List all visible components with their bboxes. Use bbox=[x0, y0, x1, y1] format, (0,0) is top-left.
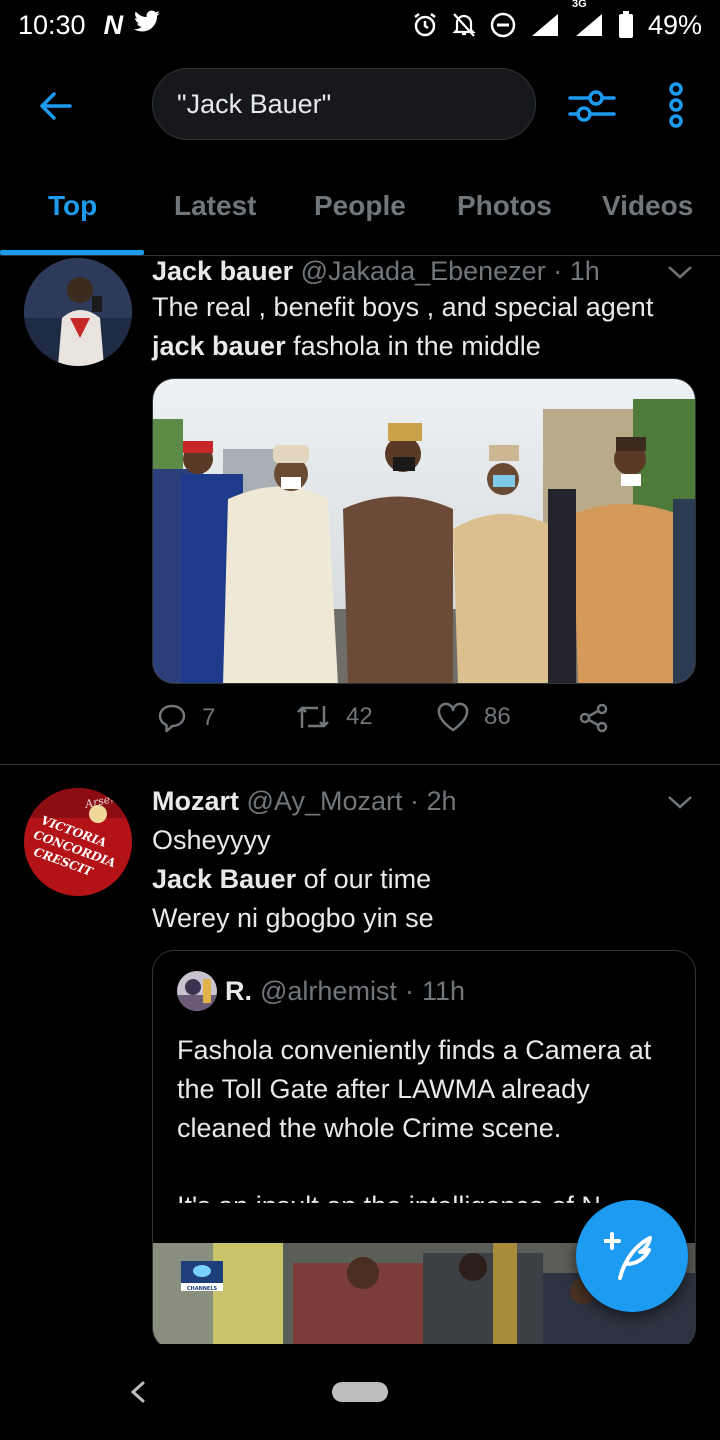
alarm-icon bbox=[412, 12, 438, 38]
system-navigation-bar bbox=[0, 1344, 720, 1440]
avatar[interactable]: Arsenal VICTORIA CONCORDIA CRESCIT bbox=[24, 788, 132, 896]
like-button[interactable]: 86 bbox=[436, 702, 511, 732]
compose-tweet-button[interactable] bbox=[576, 1200, 688, 1312]
battery-percent: 49% bbox=[647, 9, 702, 40]
signal-icon bbox=[530, 12, 560, 38]
tweet-actions: 7 42 86 bbox=[152, 702, 712, 746]
do-not-disturb-icon bbox=[490, 12, 516, 38]
network-3g-icon: 3G bbox=[572, 0, 604, 38]
reply-icon bbox=[158, 704, 186, 733]
retweet-button[interactable]: 42 bbox=[294, 702, 373, 732]
search-header: "Jack Bauer" bbox=[0, 60, 720, 150]
tweet-header: Jack bauer @Jakada_Ebenezer · 1h bbox=[152, 256, 600, 286]
system-back-icon[interactable] bbox=[128, 1380, 148, 1404]
notifications-off-icon bbox=[452, 12, 476, 38]
compose-feather-icon bbox=[604, 1232, 652, 1280]
sliders-icon bbox=[568, 90, 616, 122]
status-bar: 10:30 N 3G 49% bbox=[0, 0, 720, 50]
tweet[interactable]: Jack bauer @Jakada_Ebenezer · 1h The rea… bbox=[0, 256, 720, 764]
quoted-tweet-text: Fashola conveniently finds a Camera at t… bbox=[177, 1035, 652, 1203]
reply-count: 7 bbox=[202, 704, 216, 731]
like-count: 86 bbox=[484, 703, 511, 730]
tab-videos[interactable]: Videos bbox=[602, 190, 693, 222]
tweet-time: 1h bbox=[569, 256, 600, 286]
twitter-bird-icon bbox=[133, 10, 161, 41]
more-options-button[interactable] bbox=[660, 80, 692, 130]
share-icon bbox=[579, 703, 608, 733]
author-handle[interactable]: @Ay_Mozart bbox=[247, 786, 403, 816]
author-handle[interactable]: @Jakada_Ebenezer bbox=[301, 256, 546, 286]
vertical-dots-icon bbox=[669, 82, 683, 128]
tab-top[interactable]: Top bbox=[48, 190, 97, 222]
system-home-pill[interactable] bbox=[332, 1382, 388, 1402]
search-tabs: Top Latest People Photos Videos bbox=[0, 170, 720, 256]
tweet-time: 11h bbox=[421, 975, 465, 1006]
back-button[interactable] bbox=[34, 84, 78, 128]
active-tab-indicator bbox=[0, 250, 144, 255]
chevron-down-icon[interactable] bbox=[666, 262, 694, 282]
author-name[interactable]: Mozart bbox=[152, 786, 239, 816]
retweet-count: 42 bbox=[346, 703, 373, 730]
arrow-left-icon bbox=[40, 92, 72, 120]
tab-people[interactable]: People bbox=[314, 190, 406, 222]
author-name: R. bbox=[225, 975, 252, 1006]
search-input[interactable]: "Jack Bauer" bbox=[152, 68, 536, 140]
share-button[interactable] bbox=[578, 702, 610, 734]
netflix-n-icon: N bbox=[103, 9, 124, 40]
highlighted-term: Jack Bauer bbox=[152, 864, 297, 894]
author-name[interactable]: Jack bauer bbox=[152, 256, 293, 286]
chevron-down-icon[interactable] bbox=[666, 792, 694, 812]
channels-badge-text: CHANNELS bbox=[187, 1286, 218, 1292]
tweet-text: The real , benefit boys , and special ag… bbox=[152, 292, 654, 361]
avatar[interactable] bbox=[24, 258, 132, 366]
tweet-time: 2h bbox=[426, 786, 457, 816]
status-time: 10:30 bbox=[18, 9, 86, 40]
author-handle: @alrhemist bbox=[260, 975, 397, 1006]
tweet-text: Osheyyyy Jack Bauer of our time Werey ni… bbox=[152, 825, 434, 933]
tab-photos[interactable]: Photos bbox=[457, 190, 552, 222]
avatar bbox=[177, 971, 217, 1011]
search-query-text: "Jack Bauer" bbox=[177, 88, 332, 119]
search-filter-button[interactable] bbox=[566, 84, 618, 128]
reply-button[interactable]: 7 bbox=[156, 702, 215, 734]
tweet-header: Mozart @Ay_Mozart · 2h bbox=[152, 786, 457, 816]
retweet-icon bbox=[297, 706, 329, 728]
heart-icon bbox=[437, 702, 469, 732]
quoted-tweet-header: R. @alrhemist · 11h bbox=[177, 971, 465, 1011]
battery-icon bbox=[618, 11, 634, 39]
tweet-photo[interactable] bbox=[152, 378, 696, 684]
tweet-divider bbox=[0, 764, 720, 765]
tab-latest[interactable]: Latest bbox=[174, 190, 256, 222]
highlighted-term: jack bauer bbox=[152, 331, 286, 361]
